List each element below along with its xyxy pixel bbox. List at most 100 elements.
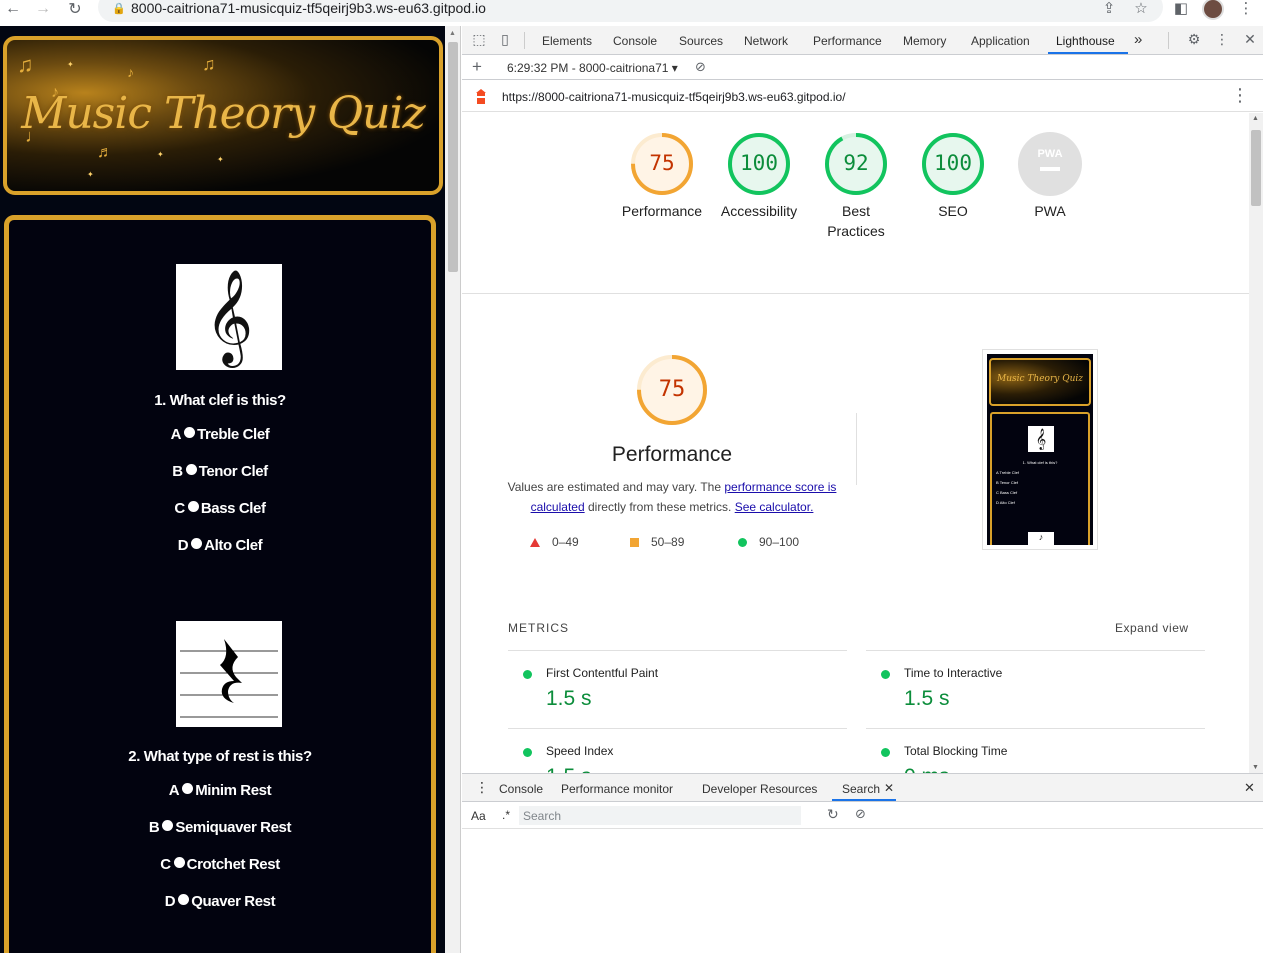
sparkle-decoration: ✦ xyxy=(217,155,224,164)
option-2b[interactable]: B Semiquaver Rest xyxy=(9,819,431,836)
report-scrollbar-thumb[interactable] xyxy=(1251,130,1261,206)
sparkle-decoration: ✦ xyxy=(87,170,94,179)
drawer-tab-performance-monitor[interactable]: Performance monitor xyxy=(561,782,673,796)
scroll-down-icon[interactable]: ▼ xyxy=(1252,764,1259,771)
match-case-toggle[interactable]: Aa xyxy=(471,809,486,823)
option-1c[interactable]: C Bass Clef xyxy=(9,500,431,517)
option-1d[interactable]: D Alto Clef xyxy=(9,537,431,554)
radio-button[interactable] xyxy=(191,538,203,549)
close-devtools-icon[interactable]: ✕ xyxy=(1241,31,1259,48)
radio-button[interactable] xyxy=(182,783,194,794)
tab-console[interactable]: Console xyxy=(613,34,657,48)
pass-circle-icon xyxy=(881,670,890,679)
report-selector[interactable]: 6:29:32 PM - 8000-caitriona71 ▾ xyxy=(507,61,678,75)
expand-view-toggle[interactable]: Expand view xyxy=(1115,621,1189,635)
option-label: Bass Clef xyxy=(200,500,266,517)
question-2-text: 2. What type of rest is this? xyxy=(128,748,312,765)
crotchet-rest-image xyxy=(176,621,282,727)
device-toolbar-icon[interactable]: ▯ xyxy=(496,31,514,48)
forward-icon[interactable]: → xyxy=(32,0,54,18)
radio-button[interactable] xyxy=(162,820,174,831)
reload-icon[interactable]: ↻ xyxy=(64,0,86,18)
scroll-up-icon[interactable]: ▲ xyxy=(449,30,456,37)
search-input[interactable] xyxy=(519,806,801,825)
page-scrollbar-thumb[interactable] xyxy=(448,42,458,272)
radio-button[interactable] xyxy=(173,857,185,868)
active-drawer-tab-indicator xyxy=(832,799,896,801)
report-url[interactable]: https://8000-caitriona71-musicquiz-tf5qe… xyxy=(502,90,846,104)
tab-elements[interactable]: Elements xyxy=(542,34,592,48)
final-screenshot-thumbnail[interactable]: Music Theory Quiz 𝄞 1. What clef is this… xyxy=(982,349,1098,550)
screenshot-rest-icon: ♪ xyxy=(1028,532,1054,545)
radio-button[interactable] xyxy=(187,501,199,512)
bookmark-star-icon[interactable]: ☆ xyxy=(1131,0,1151,18)
more-tabs-button[interactable]: » xyxy=(1134,31,1142,48)
tab-network[interactable]: Network xyxy=(744,34,788,48)
lock-icon[interactable]: 🔒 xyxy=(112,2,126,15)
side-panel-icon[interactable]: ◧ xyxy=(1171,0,1191,18)
gauge-seo[interactable]: 100 SEO xyxy=(911,131,995,221)
clear-search-icon[interactable]: ⊘ xyxy=(855,806,866,822)
radio-button[interactable] xyxy=(185,464,197,475)
tab-application[interactable]: Application xyxy=(971,34,1030,48)
refresh-search-icon[interactable]: ↻ xyxy=(827,806,839,823)
metric-name: Speed Index xyxy=(546,744,614,758)
option-letter: D xyxy=(177,537,189,554)
gauge-pwa-label: PWA xyxy=(1034,203,1066,219)
tab-sources[interactable]: Sources xyxy=(679,34,723,48)
drawer-tab-console[interactable]: Console xyxy=(499,782,543,796)
pwa-badge-text: PWA xyxy=(1037,148,1062,160)
tab-memory[interactable]: Memory xyxy=(903,34,946,48)
radio-button[interactable] xyxy=(178,894,190,905)
music-note-decoration: ♫ xyxy=(202,54,216,74)
question-1-text: 1. What clef is this? xyxy=(154,392,286,409)
option-2c[interactable]: C Crotchet Rest xyxy=(9,856,431,873)
gauge-best-practices[interactable]: 92 Best Practices xyxy=(814,131,898,241)
option-1a[interactable]: A Treble Clef xyxy=(9,426,431,443)
metric-name: First Contentful Paint xyxy=(546,666,659,680)
radio-button[interactable] xyxy=(184,427,196,438)
regex-toggle[interactable]: .* xyxy=(502,808,510,822)
drawer-tab-search[interactable]: Search xyxy=(842,782,880,796)
drawer-menu-icon[interactable]: ⋮ xyxy=(475,779,489,796)
report-menu-icon[interactable]: ⋮ xyxy=(1231,85,1249,106)
performance-heading: Performance xyxy=(611,443,733,466)
address-url[interactable]: 8000-caitriona71-musicquiz-tf5qeirj9b3.w… xyxy=(131,0,486,16)
settings-gear-icon[interactable]: ⚙ xyxy=(1185,31,1203,48)
option-letter: B xyxy=(148,819,160,836)
see-calculator-link[interactable]: See calculator. xyxy=(735,500,814,514)
new-report-plus-icon[interactable]: + xyxy=(472,57,482,77)
tab-performance[interactable]: Performance xyxy=(813,34,882,48)
description-text: directly from these metrics. xyxy=(584,500,735,514)
inspect-element-icon[interactable]: ⬚ xyxy=(470,31,488,48)
option-letter: C xyxy=(174,500,185,517)
metric-value: 1.5 s xyxy=(546,687,592,710)
close-search-tab-icon[interactable]: ✕ xyxy=(884,781,894,795)
profile-avatar[interactable] xyxy=(1202,0,1224,20)
back-icon[interactable]: ← xyxy=(2,0,24,18)
gauge-accessibility[interactable]: 100 Accessibility xyxy=(714,131,804,221)
gauge-pwa[interactable]: PWA PWA xyxy=(1008,131,1092,221)
option-letter: C xyxy=(160,856,171,873)
scroll-up-icon[interactable]: ▲ xyxy=(1252,115,1259,122)
drawer-tab-developer-resources[interactable]: Developer Resources xyxy=(702,782,817,796)
gauge-performance[interactable]: 75 Performance xyxy=(620,131,704,221)
clear-reports-icon[interactable]: ⊘ xyxy=(695,59,706,75)
performance-score-large: 75 xyxy=(658,377,686,402)
share-icon[interactable]: ⇪ xyxy=(1099,0,1119,18)
page-scrollbar[interactable]: ▲ xyxy=(445,26,461,953)
metric-value: 1.5 s xyxy=(904,687,950,710)
report-scrollbar[interactable]: ▲ ▼ xyxy=(1249,113,1263,773)
devtools-menu-icon[interactable]: ⋮ xyxy=(1213,31,1231,48)
option-1b[interactable]: B Tenor Clef xyxy=(9,463,431,480)
close-drawer-icon[interactable]: ✕ xyxy=(1244,780,1255,796)
option-letter: B xyxy=(172,463,183,480)
option-2a[interactable]: A Minim Rest xyxy=(9,782,431,799)
tab-lighthouse[interactable]: Lighthouse xyxy=(1056,34,1115,48)
pass-circle-icon xyxy=(738,538,747,547)
music-note-decoration: ♫ xyxy=(17,52,34,77)
quiz-title: Music Theory Quiz xyxy=(21,88,425,139)
option-2d[interactable]: D Quaver Rest xyxy=(9,893,431,910)
screenshot-option: A Treble Clef xyxy=(996,470,1019,475)
chrome-menu-icon[interactable]: ⋮ xyxy=(1236,0,1256,18)
